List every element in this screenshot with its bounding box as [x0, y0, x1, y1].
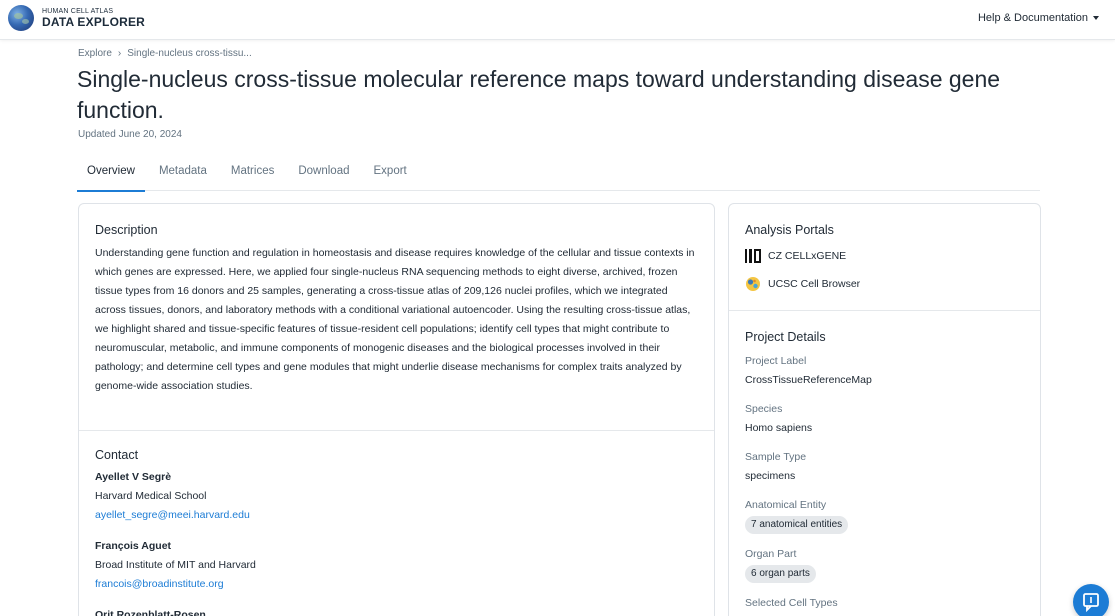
project-overview-card: Description Understanding gene function …: [78, 203, 715, 616]
tab-metadata[interactable]: Metadata: [149, 157, 217, 191]
help-documentation-menu[interactable]: Help & Documentation: [978, 12, 1099, 24]
updated-date: Updated June 20, 2024: [78, 129, 182, 140]
tab-download[interactable]: Download: [288, 157, 359, 191]
logo-text: HUMAN CELL ATLAS DATA EXPLORER: [42, 8, 145, 28]
tab-overview[interactable]: Overview: [77, 157, 145, 192]
analysis-portals-heading: Analysis Portals: [745, 223, 834, 237]
cellxgene-icon: [745, 248, 762, 263]
description-heading: Description: [95, 223, 158, 237]
logo-title: DATA EXPLORER: [42, 15, 146, 29]
section-divider: [79, 430, 714, 431]
portal-link-ucsc-cell-browser[interactable]: UCSC Cell Browser: [745, 274, 1025, 293]
detail-label: Project Label: [745, 355, 807, 367]
section-divider: [729, 310, 1040, 311]
contact-email-link[interactable]: francois@broadinstitute.org: [95, 575, 695, 594]
project-sidebar-card: Analysis Portals CZ CELLxGENE UCSC Cell …: [728, 203, 1041, 616]
detail-species: Species Homo sapiens: [745, 401, 1025, 437]
detail-label: Sample Type: [745, 451, 807, 463]
ucsc-cell-browser-icon: [745, 276, 761, 292]
contact-institution: Broad Institute of MIT and Harvard: [95, 559, 256, 571]
support-chat-button[interactable]: [1073, 584, 1109, 616]
caret-down-icon: [1093, 16, 1099, 20]
page-title: Single-nucleus cross-tissue molecular re…: [77, 66, 1001, 123]
detail-label: Selected Cell Types: [745, 597, 838, 609]
project-details-heading: Project Details: [745, 330, 826, 344]
detail-value: CrossTissueReferenceMap: [745, 374, 872, 386]
description-text: Understanding gene function and regulati…: [95, 247, 695, 392]
support-chat-icon: [1083, 593, 1099, 613]
globe-logo-icon: [8, 5, 34, 31]
portal-label: UCSC Cell Browser: [768, 277, 861, 290]
description-section: Description Understanding gene function …: [95, 223, 695, 396]
contact-heading: Contact: [95, 448, 139, 462]
organ-part-chip[interactable]: 6 organ parts: [745, 565, 816, 583]
contact-name: Orit Rozenblatt-Rosen: [95, 609, 206, 616]
detail-anatomical-entity: Anatomical Entity 7 anatomical entities: [745, 497, 1025, 534]
breadcrumb-current: Single-nucleus cross-tissu...: [127, 48, 252, 59]
hca-data-explorer-logo[interactable]: HUMAN CELL ATLAS DATA EXPLORER: [8, 5, 145, 31]
detail-sample-type: Sample Type specimens: [745, 449, 1025, 485]
tab-bar: Overview Metadata Matrices Download Expo…: [77, 157, 1040, 192]
breadcrumb-explore-link[interactable]: Explore: [78, 48, 112, 59]
project-details-section: Project Details Project Label CrossTissu…: [745, 330, 1025, 611]
detail-label: Anatomical Entity: [745, 499, 827, 511]
contact-institution: Harvard Medical School: [95, 490, 207, 502]
anatomical-entity-chip[interactable]: 7 anatomical entities: [745, 516, 849, 534]
contact-person: François Aguet Broad Institute of MIT an…: [95, 537, 695, 594]
detail-selected-cell-types: Selected Cell Types: [745, 595, 1025, 611]
detail-label: Species: [745, 403, 783, 415]
detail-organ-part: Organ Part 6 organ parts: [745, 546, 1025, 583]
help-documentation-label: Help & Documentation: [977, 12, 1088, 24]
tab-matrices[interactable]: Matrices: [221, 157, 284, 191]
contact-person: Ayellet V Segrè Harvard Medical School a…: [95, 468, 695, 525]
contact-person: Orit Rozenblatt-Rosen: [95, 606, 695, 616]
contact-name: François Aguet: [95, 540, 172, 552]
contact-section: Contact Ayellet V Segrè Harvard Medical …: [95, 448, 695, 616]
breadcrumb: Explore › Single-nucleus cross-tissu...: [78, 48, 252, 59]
tab-export[interactable]: Export: [364, 157, 417, 191]
detail-value: specimens: [745, 470, 796, 482]
contact-email-link[interactable]: ayellet_segre@meei.harvard.edu: [95, 506, 695, 525]
chevron-right-icon: ›: [117, 48, 122, 59]
detail-label: Organ Part: [745, 548, 797, 560]
top-navigation-bar: HUMAN CELL ATLAS DATA EXPLORER Help & Do…: [0, 0, 1115, 40]
portal-label: CZ CELLxGENE: [768, 249, 847, 262]
logo-subtitle: HUMAN CELL ATLAS: [42, 8, 114, 15]
analysis-portals-section: Analysis Portals CZ CELLxGENE UCSC Cell …: [745, 223, 1025, 293]
contact-name: Ayellet V Segrè: [95, 471, 172, 483]
detail-value: Homo sapiens: [745, 422, 813, 434]
portal-link-cellxgene[interactable]: CZ CELLxGENE: [745, 246, 1025, 265]
detail-project-label: Project Label CrossTissueReferenceMap: [745, 353, 1025, 389]
